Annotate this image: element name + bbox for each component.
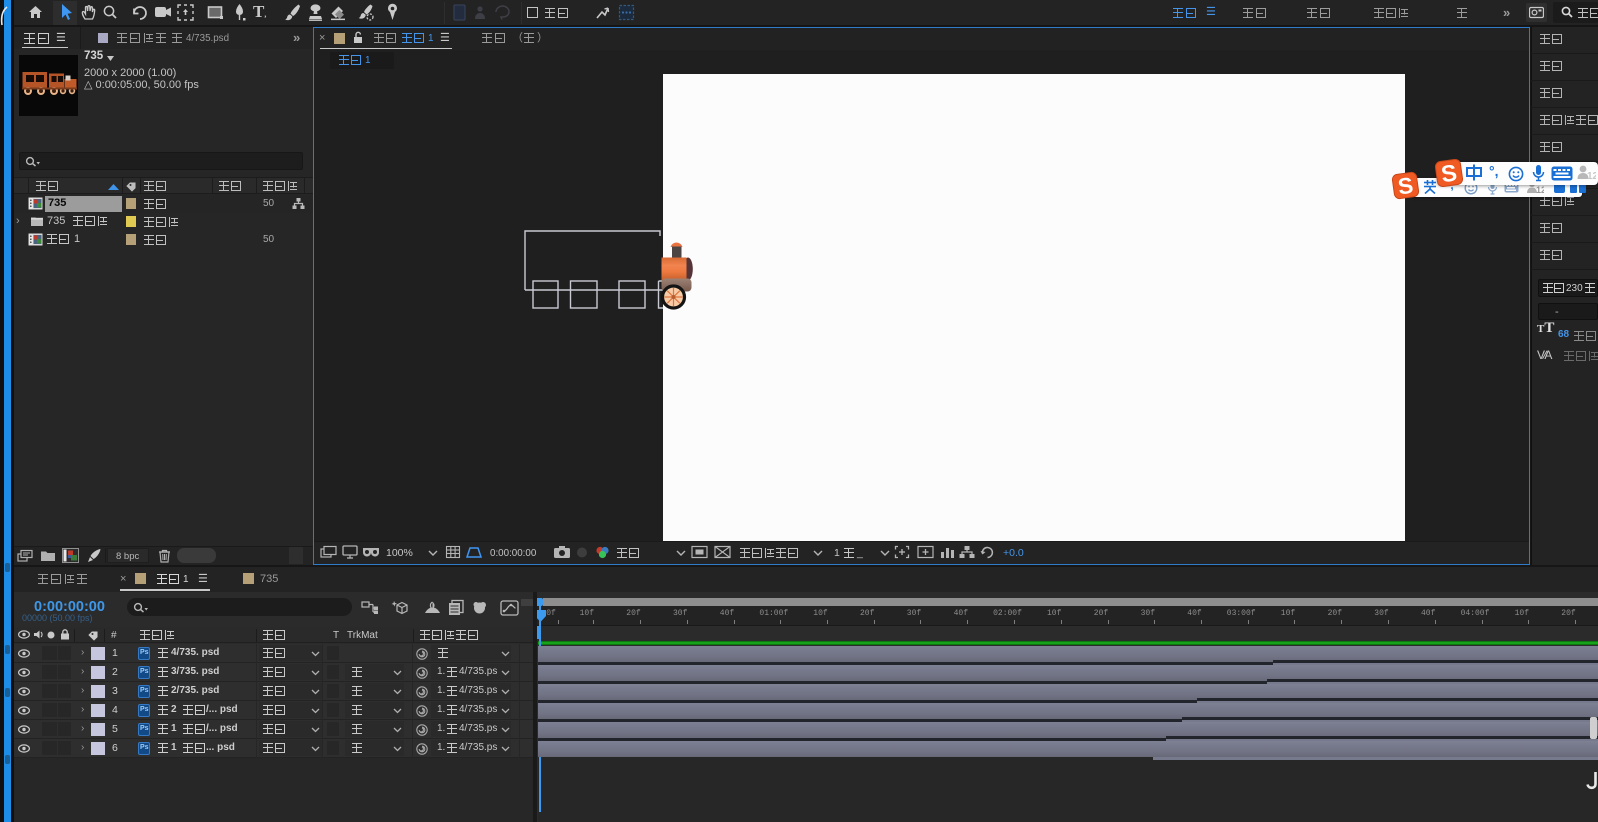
svg-text:12: 12 (1587, 171, 1596, 181)
svg-text:12: 12 (1536, 185, 1544, 194)
